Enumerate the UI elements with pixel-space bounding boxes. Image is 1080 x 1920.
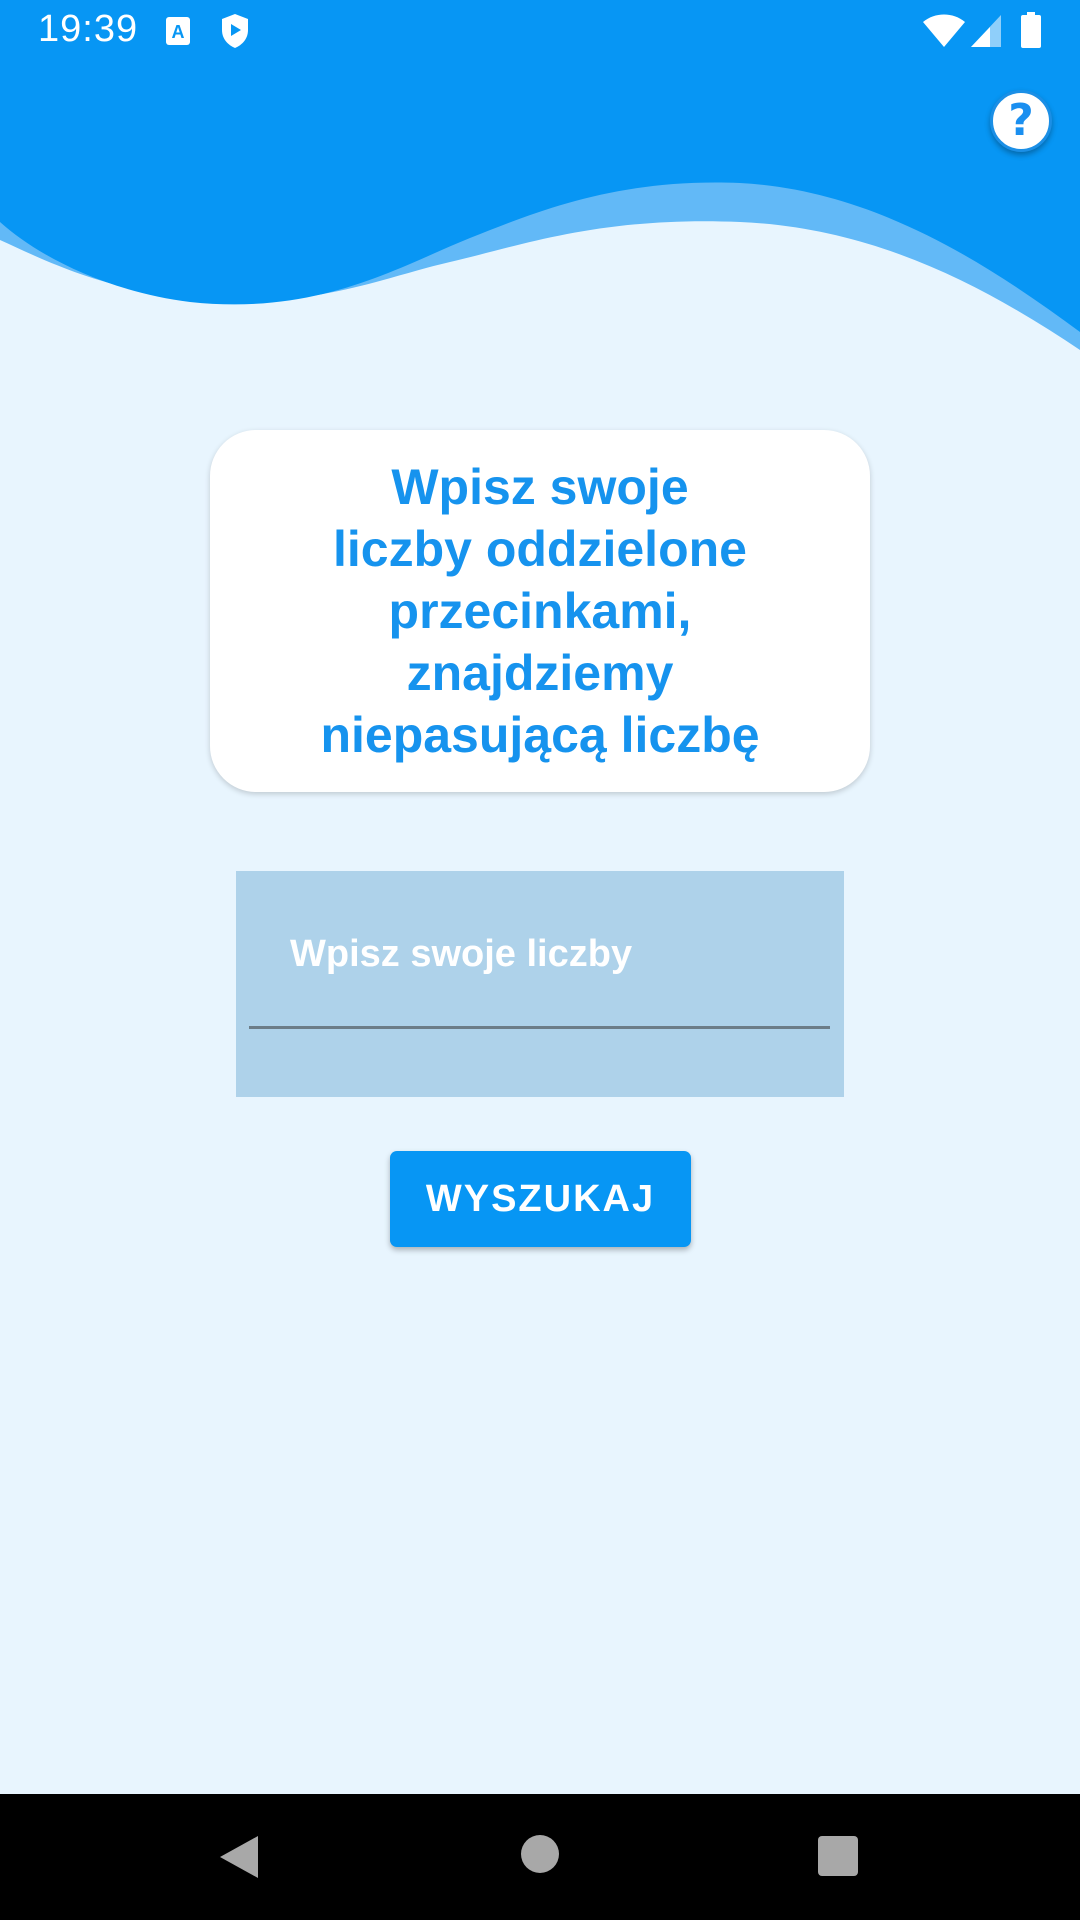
question-mark-icon: ? xyxy=(1008,95,1034,146)
search-button[interactable]: WYSZUKAJ xyxy=(390,1151,691,1247)
status-time: 19:39 xyxy=(38,8,139,50)
numbers-input-field[interactable]: Wpisz swoje liczby xyxy=(236,871,844,1097)
recents-icon[interactable] xyxy=(818,1836,858,1876)
help-button[interactable]: ? xyxy=(990,90,1052,152)
instruction-card: Wpisz swoje liczby oddzielone przecinkam… xyxy=(210,430,870,792)
wifi-icon xyxy=(923,14,965,47)
navigation-bar xyxy=(0,1794,1080,1920)
battery-icon xyxy=(1021,12,1041,48)
numbers-input-placeholder[interactable]: Wpisz swoje liczby xyxy=(290,933,632,976)
signal-icon xyxy=(971,15,1001,47)
text-a-icon: A xyxy=(166,17,190,45)
instruction-text: Wpisz swoje liczby oddzielone przecinkam… xyxy=(320,459,760,763)
shield-play-icon xyxy=(222,14,248,48)
status-bar: 19:39 A xyxy=(0,0,1080,64)
home-icon[interactable] xyxy=(521,1835,559,1873)
input-underline xyxy=(249,1026,830,1029)
back-icon[interactable] xyxy=(218,1834,260,1880)
svg-text:A: A xyxy=(172,22,185,42)
